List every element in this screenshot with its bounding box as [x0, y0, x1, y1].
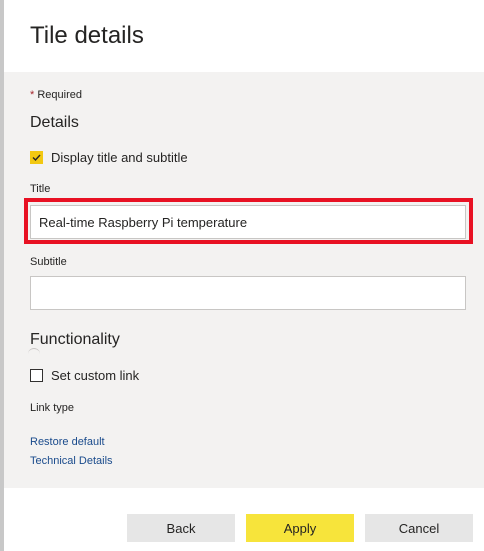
details-heading: Details — [30, 114, 79, 131]
title-field-label: Title — [30, 183, 51, 195]
subtitle-input[interactable] — [30, 276, 466, 310]
functionality-heading: Functionality — [30, 331, 120, 348]
required-note: * Required — [30, 89, 82, 101]
set-custom-link-label: Set custom link — [51, 368, 140, 383]
set-custom-link-checkbox[interactable] — [30, 369, 43, 382]
display-title-subtitle-label: Display title and subtitle — [51, 150, 188, 165]
form-panel: * Required Details Display title and sub… — [4, 72, 484, 488]
cancel-button[interactable]: Cancel — [365, 514, 473, 542]
checkmark-icon — [32, 154, 41, 162]
link-type-label: Link type — [30, 402, 75, 414]
subtitle-field-label: Subtitle — [30, 256, 67, 268]
technical-details-link[interactable]: Technical Details — [30, 455, 113, 467]
restore-default-link[interactable]: Restore default — [30, 436, 105, 448]
required-text: Required — [37, 89, 82, 101]
back-button[interactable]: Back — [127, 514, 235, 542]
display-title-subtitle-checkbox[interactable] — [30, 151, 43, 164]
display-title-subtitle-checkbox-row[interactable]: Display title and subtitle — [30, 150, 188, 165]
title-input-highlight — [24, 198, 473, 244]
required-asterisk: * — [30, 89, 35, 101]
apply-button[interactable]: Apply — [246, 514, 354, 542]
link-type-radio-partial — [28, 348, 40, 355]
pane-title: Tile details — [30, 22, 144, 49]
set-custom-link-checkbox-row[interactable]: Set custom link — [30, 368, 139, 383]
